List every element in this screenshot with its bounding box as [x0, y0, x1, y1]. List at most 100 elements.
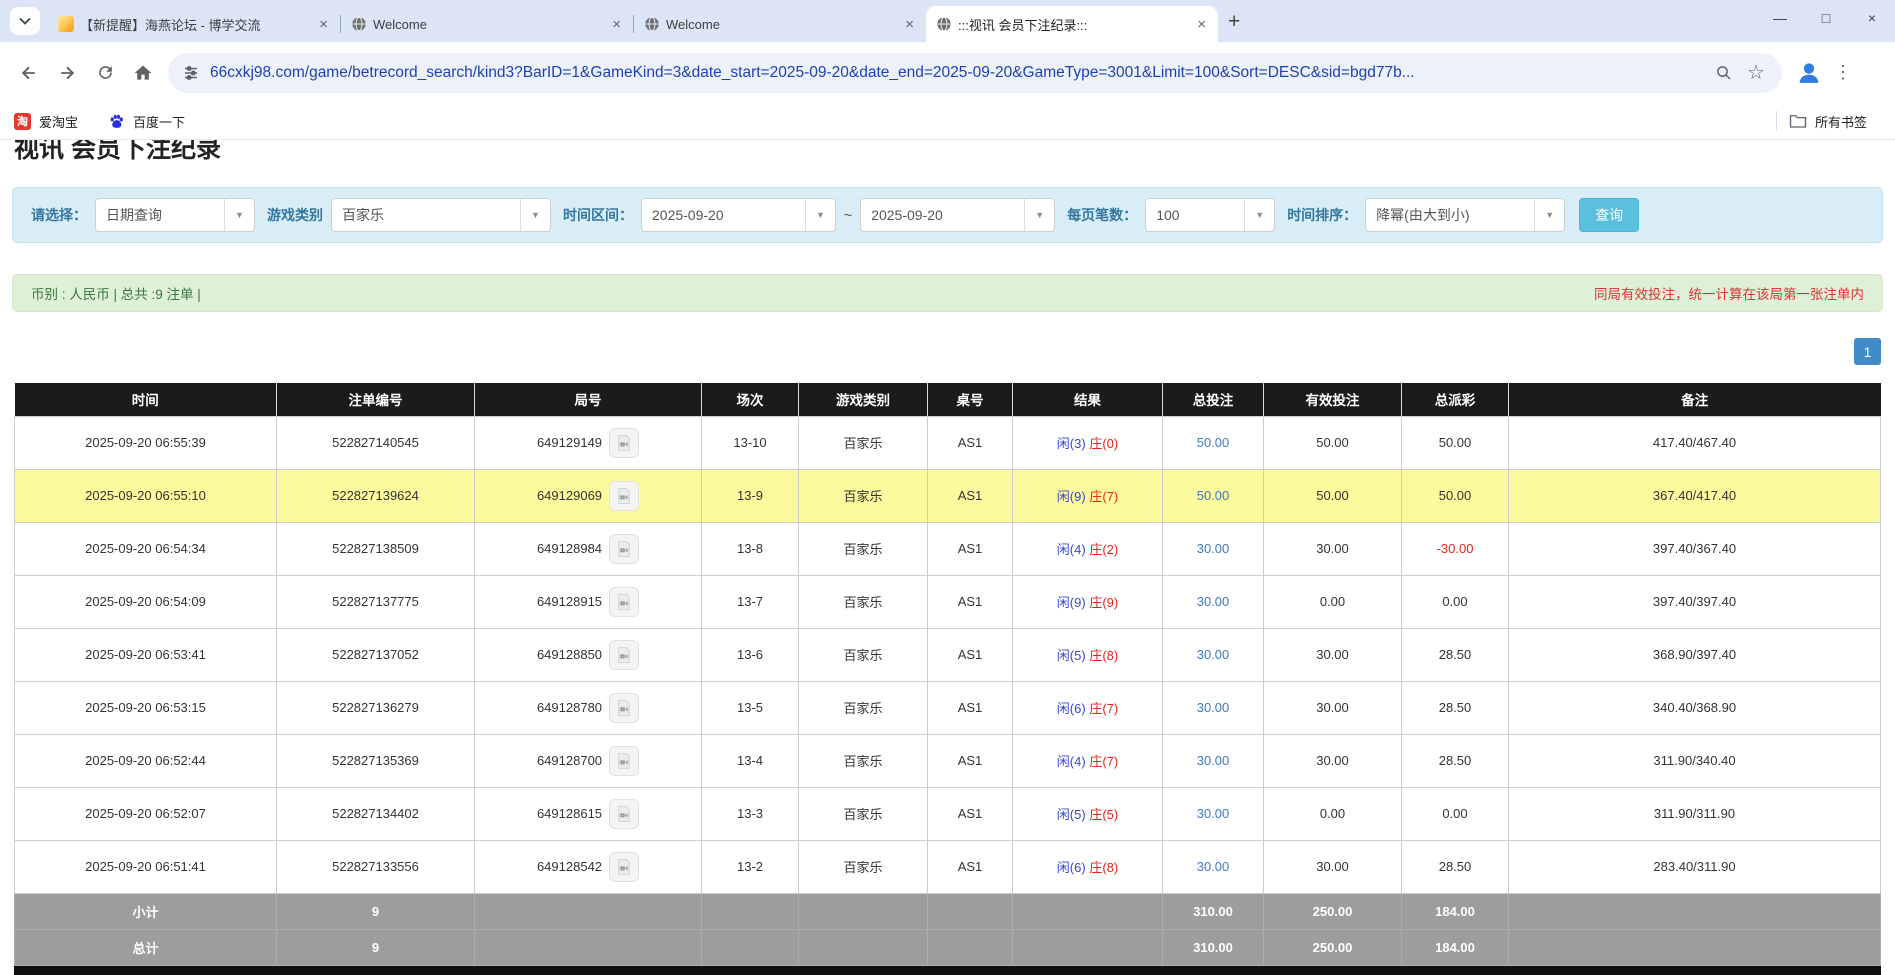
cell-total-bet: 30.00 [1163, 522, 1264, 575]
mode-select[interactable]: 日期查询 ▼ [95, 198, 255, 232]
cell-time: 2025-09-20 06:53:15 [15, 681, 277, 734]
table-row: 2025-09-20 06:52:07 522827134402 6491286… [15, 787, 1881, 840]
reload-button[interactable] [86, 54, 124, 92]
cell-result: 闲(6) 庄(8) [1013, 840, 1163, 893]
cell-time: 2025-09-20 06:55:10 [15, 469, 277, 522]
bookmark-taobao[interactable]: 淘 爱淘宝 [14, 112, 78, 131]
cell-round-id: 649128850 [475, 628, 702, 681]
site-settings-icon[interactable] [182, 64, 200, 82]
cell-time: 2025-09-20 06:54:09 [15, 575, 277, 628]
mode-value: 日期查询 [96, 199, 224, 231]
table-row: 2025-09-20 06:55:10 522827139624 6491290… [15, 469, 1881, 522]
baidu-paw-icon [108, 113, 125, 130]
tab-welcome-1[interactable]: Welcome × [341, 6, 633, 42]
bookmark-star-button[interactable]: ☆ [1740, 57, 1772, 89]
col-note: 备注 [1509, 383, 1881, 416]
address-bar[interactable]: 66cxkj98.com/game/betrecord_search/kind3… [168, 53, 1782, 93]
sort-select[interactable]: 降幂(由大到小) ▼ [1365, 198, 1565, 232]
chevron-down-icon[interactable]: ▼ [1244, 199, 1274, 231]
video-replay-button[interactable] [609, 481, 639, 511]
total-bet-link[interactable]: 30.00 [1197, 700, 1230, 715]
video-replay-button[interactable] [609, 746, 639, 776]
table-row: 2025-09-20 06:53:15 522827136279 6491287… [15, 681, 1881, 734]
video-replay-button[interactable] [609, 693, 639, 723]
browser-toolbar: 66cxkj98.com/game/betrecord_search/kind3… [0, 42, 1895, 103]
total-bet-link[interactable]: 30.00 [1197, 647, 1230, 662]
pagination-page-1[interactable]: 1 [1854, 338, 1881, 365]
cell-bet-id: 522827133556 [277, 840, 475, 893]
cell-valid-bet: 30.00 [1264, 522, 1402, 575]
maximize-button[interactable]: □ [1803, 10, 1849, 26]
url-text[interactable]: 66cxkj98.com/game/betrecord_search/kind3… [210, 64, 1708, 82]
cell-session: 13-9 [702, 469, 799, 522]
tab-welcome-2[interactable]: Welcome × [634, 6, 926, 42]
chevron-down-icon[interactable]: ▼ [520, 199, 550, 231]
cell-valid-bet: 30.00 [1264, 840, 1402, 893]
video-replay-button[interactable] [609, 640, 639, 670]
cell-table: AS1 [928, 628, 1013, 681]
subtotal-row: 小计 9 310.00 250.00 184.00 [15, 893, 1881, 929]
cell-total-bet: 30.00 [1163, 575, 1264, 628]
forward-button[interactable] [48, 54, 86, 92]
cell-bet-id: 522827138509 [277, 522, 475, 575]
date-start-select[interactable]: 2025-09-20 ▼ [641, 198, 836, 232]
page-title: 视讯 会员下注纪录 [14, 140, 221, 165]
cell-game: 百家乐 [799, 734, 928, 787]
bookmark-label: 爱淘宝 [39, 112, 78, 131]
tab-close-icon[interactable]: × [1191, 14, 1212, 35]
cell-payout: 50.00 [1402, 416, 1509, 469]
cell-session: 13-8 [702, 522, 799, 575]
chevron-down-icon[interactable]: ▼ [1534, 199, 1564, 231]
tab-close-icon[interactable]: × [606, 14, 627, 35]
browser-menu-button[interactable]: ⋮ [1834, 62, 1850, 83]
chevron-down-icon[interactable]: ▼ [1024, 199, 1054, 231]
minimize-button[interactable]: — [1757, 10, 1803, 26]
tab-close-icon[interactable]: × [899, 14, 920, 35]
col-bet-id: 注单编号 [277, 383, 475, 416]
new-tab-button[interactable]: + [1218, 10, 1252, 42]
total-bet-link[interactable]: 30.00 [1197, 594, 1230, 609]
total-bet-link[interactable]: 30.00 [1197, 753, 1230, 768]
subtotal-total-bet: 310.00 [1163, 893, 1264, 929]
home-button[interactable] [124, 54, 162, 92]
bookmark-baidu[interactable]: 百度一下 [108, 112, 185, 131]
per-page-value: 100 [1146, 199, 1244, 231]
tab-search-button[interactable] [10, 7, 40, 35]
per-page-select[interactable]: 100 ▼ [1145, 198, 1275, 232]
chevron-down-icon[interactable]: ▼ [805, 199, 835, 231]
cell-total-bet: 50.00 [1163, 469, 1264, 522]
total-bet-link[interactable]: 30.00 [1197, 541, 1230, 556]
date-end-select[interactable]: 2025-09-20 ▼ [860, 198, 1055, 232]
video-replay-button[interactable] [609, 534, 639, 564]
round-id-text: 649128850 [537, 647, 602, 662]
back-button[interactable] [10, 54, 48, 92]
tab-bet-records[interactable]: :::视讯 会员下注纪录::: × [926, 6, 1218, 42]
window-close-button[interactable]: × [1849, 10, 1895, 26]
total-bet-link[interactable]: 50.00 [1197, 488, 1230, 503]
video-replay-button[interactable] [609, 799, 639, 829]
tab-close-icon[interactable]: × [313, 14, 334, 35]
chevron-down-icon[interactable]: ▼ [224, 199, 254, 231]
total-payout: 184.00 [1402, 929, 1509, 965]
total-bet-link[interactable]: 50.00 [1197, 435, 1230, 450]
search-button[interactable]: 查询 [1579, 198, 1639, 232]
video-replay-button[interactable] [609, 852, 639, 882]
game-kind-label: 游戏类别 [267, 205, 323, 225]
game-kind-select[interactable]: 百家乐 ▼ [331, 198, 551, 232]
total-bet-link[interactable]: 30.00 [1197, 806, 1230, 821]
zoom-page-button[interactable] [1708, 57, 1740, 89]
cell-game: 百家乐 [799, 522, 928, 575]
tab-forum[interactable]: 【新提醒】海燕论坛 - 博学交流 × [48, 6, 340, 42]
col-game-kind: 游戏类别 [799, 383, 928, 416]
total-label: 总计 [15, 929, 277, 965]
video-replay-button[interactable] [609, 587, 639, 617]
cell-result: 闲(4) 庄(7) [1013, 734, 1163, 787]
total-bet-link[interactable]: 30.00 [1197, 859, 1230, 874]
folder-icon [1789, 113, 1807, 129]
col-result: 结果 [1013, 383, 1163, 416]
all-bookmarks-button[interactable]: 所有书签 [1789, 112, 1885, 131]
video-replay-button[interactable] [609, 428, 639, 458]
profile-avatar[interactable] [1792, 56, 1826, 90]
cell-table: AS1 [928, 416, 1013, 469]
round-id-text: 649128615 [537, 806, 602, 821]
